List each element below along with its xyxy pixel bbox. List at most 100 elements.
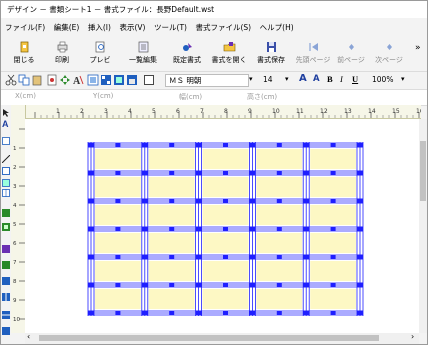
grid-handle — [195, 254, 202, 260]
vruler-ticks: 1234567891011 — [13, 128, 25, 342]
ruler-label: 5 — [152, 108, 156, 115]
preview-button[interactable]: プレビ — [83, 39, 117, 69]
horizontal-scrollbar[interactable]: ‹ › — [25, 332, 419, 344]
print-button[interactable]: 印刷 — [45, 39, 79, 69]
ruler-label: 11 — [296, 108, 304, 115]
underline-button[interactable]: U — [352, 74, 358, 84]
font-name-dropdown-icon[interactable]: ▾ — [249, 75, 253, 83]
menu-help[interactable]: ヘルプ(H) — [260, 23, 294, 32]
grid-handle — [195, 282, 202, 288]
ruler-ticks: 12345678910111213141516 — [34, 108, 426, 118]
paste-icon[interactable] — [31, 74, 43, 86]
italic-button[interactable]: I — [340, 74, 343, 84]
grid-handle — [141, 254, 148, 260]
grid-handle — [169, 255, 175, 259]
vruler-label: 6 — [13, 241, 17, 247]
grid-cell — [148, 177, 195, 197]
barcode-tool-icon[interactable] — [2, 209, 10, 217]
scroll-right-icon[interactable]: › — [411, 332, 414, 341]
move-icon[interactable] — [59, 74, 71, 86]
menu-tools[interactable]: ツール(T) — [154, 23, 187, 32]
ruler-label: 8 — [224, 108, 228, 115]
line-tool-icon[interactable] — [2, 155, 10, 163]
calc-tool-icon[interactable] — [2, 261, 10, 269]
copy-icon[interactable] — [18, 74, 30, 86]
row-tool-icon[interactable] — [2, 311, 10, 319]
image-tool-icon[interactable] — [2, 223, 10, 231]
column-tool-icon[interactable] — [2, 293, 10, 301]
next-page-button[interactable]: 次ページ — [371, 39, 407, 69]
vertical-scrollbar[interactable] — [419, 119, 427, 333]
grid-handle — [249, 142, 256, 148]
layer-icon[interactable] — [126, 74, 138, 86]
rect-tool-icon[interactable] — [2, 167, 10, 175]
zoom-value[interactable]: 100% — [372, 75, 393, 84]
default-format-button[interactable]: 既定書式 — [167, 39, 207, 69]
save-format-button[interactable]: 書式保存 — [251, 39, 291, 69]
zoom-dropdown-icon[interactable]: ▾ — [401, 75, 405, 83]
font-size-dropdown-icon[interactable]: ▾ — [285, 75, 289, 83]
table-grid[interactable] — [25, 119, 419, 333]
grid-cell — [202, 149, 249, 169]
grid-handle — [357, 226, 363, 232]
menu-insert[interactable]: 挿入(I) — [88, 23, 111, 32]
page-icon[interactable] — [46, 74, 58, 86]
list-edit-button[interactable]: 一覧編集 — [123, 39, 163, 69]
menu-view[interactable]: 表示(V) — [119, 23, 145, 32]
scroll-left-icon[interactable]: ‹ — [27, 332, 30, 341]
field-tool-icon[interactable] — [2, 137, 10, 145]
menu-format-file[interactable]: 書式ファイル(S) — [196, 23, 252, 32]
table-icon[interactable] — [100, 74, 112, 86]
grid-handle — [223, 255, 228, 259]
text-tool-icon[interactable]: A — [2, 119, 10, 127]
vertical-scroll-thumb[interactable] — [420, 141, 426, 201]
ruler-label: 2 — [80, 108, 84, 115]
vruler-label: 1 — [13, 146, 17, 152]
bold-button[interactable]: B — [327, 74, 333, 84]
first-page-button[interactable]: 先頭ページ — [293, 39, 333, 69]
height-label: 高さ(cm) — [247, 93, 278, 101]
ellipse-tool-icon[interactable] — [2, 179, 10, 187]
list-edit-icon — [138, 41, 148, 53]
design-canvas[interactable] — [25, 119, 419, 333]
prev-page-button[interactable]: 前ページ — [333, 39, 369, 69]
grid-cell — [148, 233, 195, 253]
window-title: デザイン － 書類シート1 － 書式ファイル：長野Default.wst — [7, 5, 215, 14]
cut-icon[interactable] — [5, 74, 17, 86]
grid-cell — [256, 149, 303, 169]
prev-page-icon — [348, 44, 354, 50]
grid-cell — [202, 289, 249, 309]
grow-font-button[interactable]: A — [299, 73, 307, 84]
grid-handle — [88, 198, 94, 204]
grid-handle — [303, 198, 310, 204]
grid-cell — [256, 261, 303, 281]
menu-file[interactable]: ファイル(F) — [5, 23, 45, 32]
grid-handle — [115, 171, 121, 175]
close-button[interactable]: 閉じる — [7, 39, 41, 69]
border-box-icon[interactable] — [143, 74, 155, 86]
image-icon[interactable] — [113, 74, 125, 86]
grid-handle — [195, 310, 202, 316]
frame-icon[interactable] — [87, 74, 99, 86]
grid-handle — [357, 170, 363, 176]
grid-handle — [303, 254, 310, 260]
font-size-value[interactable]: 14 — [263, 75, 273, 84]
toolbar-overflow-button[interactable]: » — [415, 43, 421, 53]
open-format-button[interactable]: 書式を開く — [207, 39, 251, 69]
first-page-icon — [308, 43, 318, 51]
ruler-label: 13 — [344, 108, 352, 115]
shrink-font-button[interactable]: A — [313, 74, 320, 84]
grid-cell — [310, 233, 356, 253]
grid-handle — [357, 142, 363, 148]
text-style-icon[interactable]: A — [72, 74, 84, 86]
seal-tool-icon[interactable] — [2, 277, 10, 285]
pointer-tool-icon[interactable] — [2, 109, 10, 117]
grid-tool-icon[interactable] — [2, 189, 10, 197]
stack-tool-icon[interactable] — [2, 327, 10, 335]
grid-handle — [249, 254, 256, 260]
chart-tool-icon[interactable] — [2, 245, 10, 253]
menu-edit[interactable]: 編集(E) — [54, 23, 80, 32]
coordinate-bar: X(cm) Y(cm) 幅(cm) 高さ(cm) — [1, 89, 427, 106]
horizontal-scroll-thumb[interactable] — [39, 335, 379, 341]
font-name-select[interactable]: ＭＳ 明朝 — [165, 74, 249, 87]
